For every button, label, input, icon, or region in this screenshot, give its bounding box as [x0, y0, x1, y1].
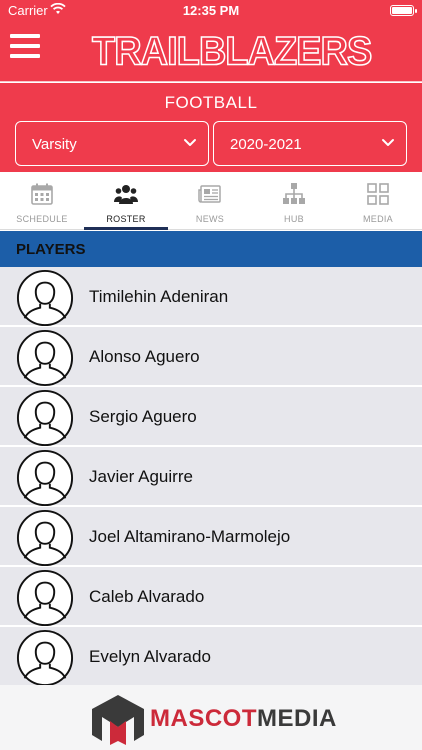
status-bar: Carrier 12:35 PM	[0, 0, 422, 22]
level-value: Varsity	[32, 136, 77, 153]
list-item[interactable]: Joel Altamirano-Marmolejo	[0, 507, 422, 567]
season-dropdown[interactable]: 2020-2021	[213, 121, 407, 166]
calendar-icon	[31, 183, 53, 205]
grid-icon	[367, 183, 389, 205]
sport-title: FOOTBALL	[164, 93, 258, 112]
player-name: Timilehin Adeniran	[89, 287, 229, 306]
app-header: TRAILBLAZERS	[0, 22, 422, 82]
sport-selector-area: FOOTBALL Varsity 2020-2021	[0, 83, 422, 172]
player-name: Joel Altamirano-Marmolejo	[89, 527, 291, 546]
chevron-down-icon	[184, 139, 196, 146]
avatar-icon	[16, 269, 74, 327]
avatar-icon	[16, 449, 74, 507]
tab-bar: SCHEDULE ROSTER NEWS HUB MEDIA	[0, 172, 422, 230]
avatar-icon	[16, 629, 74, 685]
tab-roster[interactable]: ROSTER	[84, 172, 168, 230]
list-item[interactable]: Javier Aguirre	[0, 447, 422, 507]
player-name: Caleb Alvarado	[89, 587, 205, 606]
avatar-icon	[16, 329, 74, 387]
player-name: Javier Aguirre	[89, 467, 193, 486]
group-icon	[114, 185, 138, 204]
tab-label: HUB	[284, 214, 304, 224]
level-dropdown[interactable]: Varsity	[15, 121, 209, 166]
player-list: Timilehin Adeniran Alonso Aguero Sergio …	[0, 267, 422, 685]
hierarchy-icon	[283, 183, 305, 204]
sponsor-banner[interactable]: MASCOTMEDIA	[0, 685, 422, 750]
avatar-icon	[16, 389, 74, 447]
avatar-icon	[16, 569, 74, 627]
season-value: 2020-2021	[230, 136, 302, 153]
list-item[interactable]: Evelyn Alvarado	[0, 627, 422, 685]
brand-title: TRAILBLAZERS	[91, 29, 373, 75]
tab-media[interactable]: MEDIA	[336, 172, 420, 230]
list-item[interactable]: Caleb Alvarado	[0, 567, 422, 627]
player-name: Sergio Aguero	[89, 407, 197, 426]
battery-icon	[390, 5, 417, 16]
tab-label: ROSTER	[106, 214, 146, 224]
mascot-media-logo	[92, 695, 144, 745]
avatar-icon	[16, 509, 74, 567]
chevron-down-icon	[382, 139, 394, 146]
tab-news[interactable]: NEWS	[168, 172, 252, 230]
tab-label: NEWS	[195, 214, 225, 224]
newspaper-icon	[198, 185, 221, 203]
tab-schedule[interactable]: SCHEDULE	[0, 172, 84, 230]
list-item[interactable]: Sergio Aguero	[0, 387, 422, 447]
list-item[interactable]: Timilehin Adeniran	[0, 267, 422, 327]
tab-hub[interactable]: HUB	[252, 172, 336, 230]
logo-text-part2: MEDIA	[257, 705, 337, 732]
sponsor-logo-text: MASCOTMEDIA	[150, 705, 337, 733]
logo-text-part1: MASCOT	[150, 705, 257, 732]
players-section-header: PLAYERS	[0, 231, 422, 267]
tab-label: SCHEDULE	[16, 214, 68, 224]
player-name: Alonso Aguero	[89, 347, 200, 366]
player-name: Evelyn Alvarado	[89, 647, 211, 666]
tab-label: MEDIA	[362, 214, 393, 224]
list-item[interactable]: Alonso Aguero	[0, 327, 422, 387]
hamburger-icon[interactable]	[10, 34, 40, 62]
clock: 12:35 PM	[182, 3, 240, 18]
